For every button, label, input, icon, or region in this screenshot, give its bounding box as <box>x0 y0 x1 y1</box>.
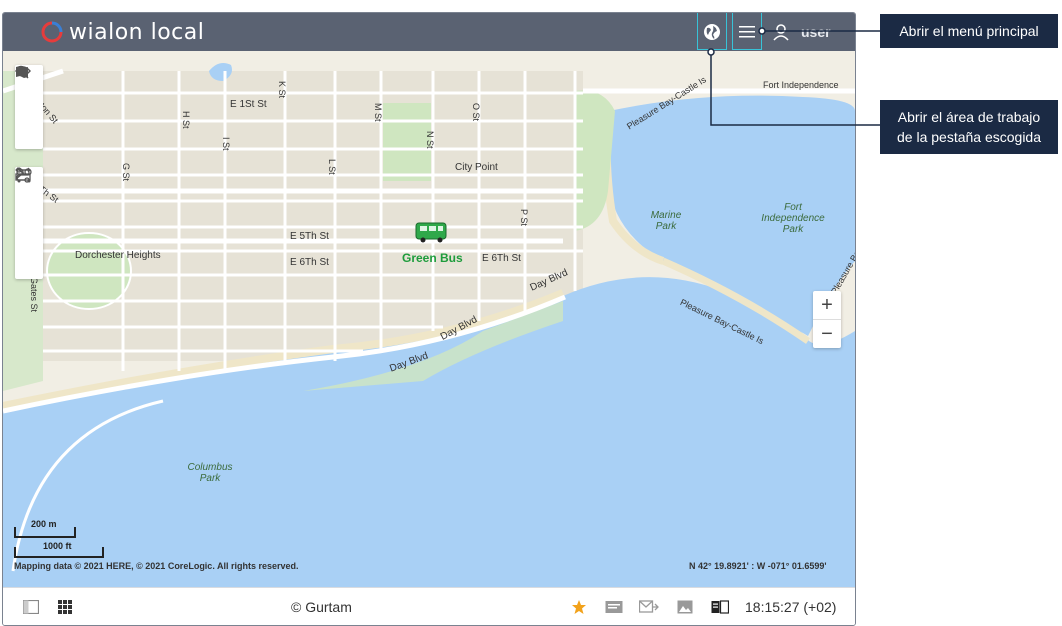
callout-main-menu: Abrir el menú principal <box>880 14 1058 48</box>
callout-workspace: Abrir el área de trabajo de la pestaña e… <box>880 100 1058 154</box>
callout-lines <box>707 27 880 126</box>
callout-workspace-line1: Abrir el área de trabajo <box>897 109 1041 125</box>
callout-workspace-line2: de la pestaña escogida <box>897 129 1041 145</box>
